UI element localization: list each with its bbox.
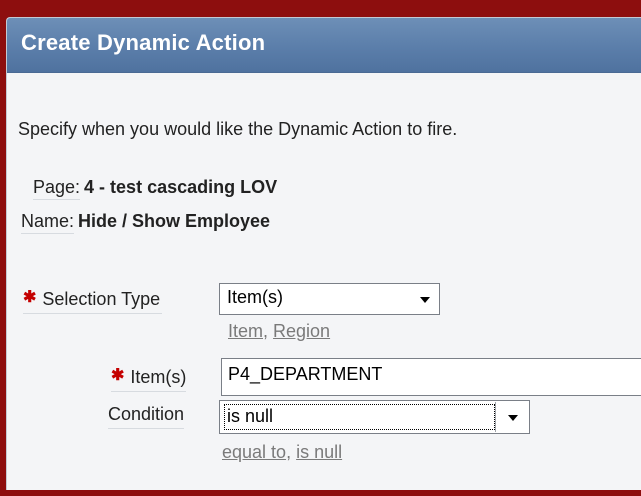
- shortcut-separator: ,: [286, 442, 297, 462]
- items-label-text: Item(s): [130, 367, 187, 387]
- name-value: Hide / Show Employee: [78, 211, 271, 231]
- selection-type-label-text: Selection Type: [42, 289, 161, 309]
- name-label: Name:: [21, 211, 75, 234]
- shortcut-is-null-link[interactable]: is null: [296, 442, 342, 462]
- shortcut-equal-to-link[interactable]: equal to: [222, 442, 286, 462]
- page-label: Page:: [33, 177, 81, 200]
- selection-type-label: ✱ Selection Type: [23, 289, 163, 314]
- shortcut-region-link[interactable]: Region: [273, 321, 330, 341]
- page-value: 4 - test cascading LOV: [84, 177, 278, 197]
- condition-value: is null: [227, 406, 274, 426]
- condition-label-text: Condition: [108, 404, 185, 424]
- chevron-down-icon: [420, 297, 430, 303]
- selection-type-shortcuts: Item, Region: [228, 321, 330, 342]
- required-icon: ✱: [23, 289, 37, 306]
- condition-shortcuts: equal to, is null: [222, 442, 342, 463]
- items-input[interactable]: P4_DEPARTMENT: [221, 358, 641, 396]
- required-icon: ✱: [111, 367, 125, 384]
- chevron-down-icon: [508, 415, 518, 421]
- items-input-value: P4_DEPARTMENT: [228, 364, 383, 384]
- selection-type-value: Item(s): [227, 287, 283, 307]
- panel-title: Create Dynamic Action: [21, 30, 266, 55]
- window-frame: Create Dynamic Action Specify when you w…: [0, 0, 641, 496]
- items-label: ✱ Item(s): [111, 367, 187, 392]
- condition-select[interactable]: is null: [219, 400, 530, 434]
- intro-text: Specify when you would like the Dynamic …: [18, 119, 458, 139]
- page-info-row: Page: 4 - test cascading LOV: [33, 177, 277, 200]
- create-dynamic-action-panel: Create Dynamic Action Specify when you w…: [6, 17, 641, 490]
- selection-type-select[interactable]: Item(s): [219, 283, 440, 315]
- name-info-row: Name: Hide / Show Employee: [21, 211, 270, 234]
- dropdown-separator: [495, 402, 496, 432]
- condition-label: Condition: [108, 404, 185, 429]
- panel-header: Create Dynamic Action: [7, 18, 641, 73]
- shortcut-item-link[interactable]: Item: [228, 321, 263, 341]
- shortcut-separator: ,: [263, 321, 274, 341]
